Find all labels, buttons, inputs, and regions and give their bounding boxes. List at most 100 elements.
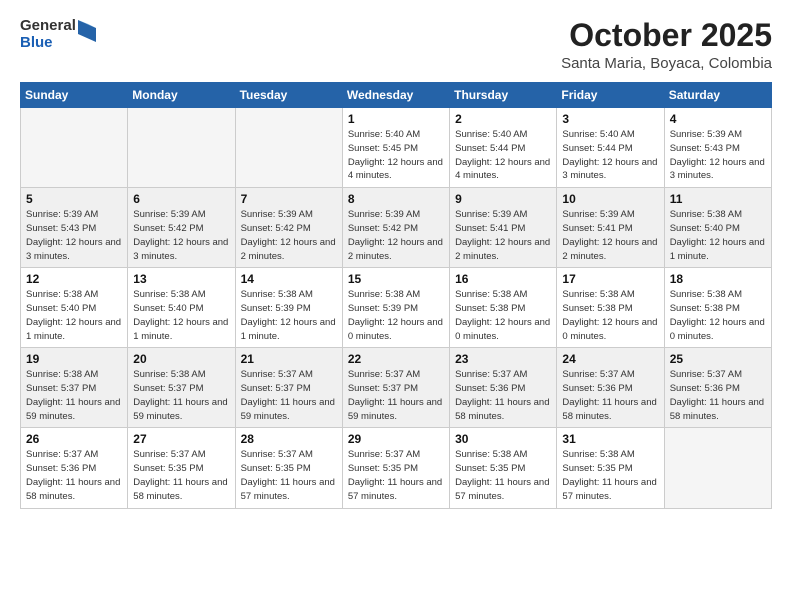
day-info: Sunrise: 5:37 AM Sunset: 5:35 PM Dayligh…: [241, 448, 337, 503]
calendar-header-sunday: Sunday: [21, 83, 128, 108]
day-number: 28: [241, 432, 337, 446]
day-info: Sunrise: 5:38 AM Sunset: 5:39 PM Dayligh…: [348, 288, 444, 343]
day-info: Sunrise: 5:39 AM Sunset: 5:42 PM Dayligh…: [348, 208, 444, 263]
day-info: Sunrise: 5:39 AM Sunset: 5:43 PM Dayligh…: [26, 208, 122, 263]
calendar-cell: 25 Sunrise: 5:37 AM Sunset: 5:36 PM Dayli…: [664, 348, 771, 428]
calendar-cell: 24 Sunrise: 5:37 AM Sunset: 5:36 PM Dayli…: [557, 348, 664, 428]
calendar-cell: 26Sunrise: 5:37 AM Sunset: 5:36 PM Dayli…: [21, 428, 128, 508]
calendar-header-friday: Friday: [557, 83, 664, 108]
calendar-cell: 19 Sunrise: 5:38 AM Sunset: 5:37 PM Dayli…: [21, 348, 128, 428]
day-info: Sunrise: 5:37 AM Sunset: 5:36 PM Dayligh…: [670, 368, 766, 423]
day-info: Sunrise: 5:40 AM Sunset: 5:44 PM Dayligh…: [562, 128, 658, 183]
calendar-table: SundayMondayTuesdayWednesdayThursdayFrid…: [20, 82, 772, 508]
day-info: Sunrise: 5:38 AM Sunset: 5:40 PM Dayligh…: [133, 288, 229, 343]
calendar-header-wednesday: Wednesday: [342, 83, 449, 108]
header: General Blue October 2025 Santa Maria, B…: [20, 18, 772, 72]
calendar-cell: 16Sunrise: 5:38 AM Sunset: 5:38 PM Dayli…: [450, 268, 557, 348]
day-number: 29: [348, 432, 444, 446]
day-info: Sunrise: 5:37 AM Sunset: 5:35 PM Dayligh…: [348, 448, 444, 503]
calendar-cell: 6 Sunrise: 5:39 AM Sunset: 5:42 PM Daylig…: [128, 188, 235, 268]
calendar-cell: 12 Sunrise: 5:38 AM Sunset: 5:40 PM Dayli…: [21, 268, 128, 348]
day-number: 27: [133, 432, 229, 446]
day-number: 11: [670, 192, 766, 206]
day-number: 23: [455, 352, 551, 366]
day-info: Sunrise: 5:39 AM Sunset: 5:42 PM Dayligh…: [133, 208, 229, 263]
calendar-cell: 2Sunrise: 5:40 AM Sunset: 5:44 PM Daylig…: [450, 108, 557, 188]
day-number: 20: [133, 352, 229, 366]
day-number: 10: [562, 192, 658, 206]
day-number: 2: [455, 112, 551, 126]
day-number: 21: [241, 352, 337, 366]
calendar-cell: 5 Sunrise: 5:39 AM Sunset: 5:43 PM Daylig…: [21, 188, 128, 268]
calendar-cell: 3 Sunrise: 5:40 AM Sunset: 5:44 PM Daylig…: [557, 108, 664, 188]
calendar-cell: 4Sunrise: 5:39 AM Sunset: 5:43 PM Daylig…: [664, 108, 771, 188]
calendar-week-row: 12 Sunrise: 5:38 AM Sunset: 5:40 PM Dayli…: [21, 268, 772, 348]
day-number: 19: [26, 352, 122, 366]
day-info: Sunrise: 5:38 AM Sunset: 5:37 PM Dayligh…: [133, 368, 229, 423]
day-number: 1: [348, 112, 444, 126]
day-number: 12: [26, 272, 122, 286]
day-number: 24: [562, 352, 658, 366]
day-number: 8: [348, 192, 444, 206]
page: General Blue October 2025 Santa Maria, B…: [0, 0, 792, 612]
calendar-cell: 15 Sunrise: 5:38 AM Sunset: 5:39 PM Dayli…: [342, 268, 449, 348]
day-number: 22: [348, 352, 444, 366]
day-number: 5: [26, 192, 122, 206]
day-number: 31: [562, 432, 658, 446]
month-title: October 2025: [561, 18, 772, 53]
calendar-cell: 22 Sunrise: 5:37 AM Sunset: 5:37 PM Dayli…: [342, 348, 449, 428]
calendar-cell: 7Sunrise: 5:39 AM Sunset: 5:42 PM Daylig…: [235, 188, 342, 268]
calendar-cell: 28 Sunrise: 5:37 AM Sunset: 5:35 PM Dayli…: [235, 428, 342, 508]
calendar-week-row: 26Sunrise: 5:37 AM Sunset: 5:36 PM Dayli…: [21, 428, 772, 508]
day-number: 30: [455, 432, 551, 446]
calendar-cell: [128, 108, 235, 188]
calendar-cell: 14 Sunrise: 5:38 AM Sunset: 5:39 PM Dayli…: [235, 268, 342, 348]
day-info: Sunrise: 5:37 AM Sunset: 5:37 PM Dayligh…: [348, 368, 444, 423]
day-number: 3: [562, 112, 658, 126]
day-number: 14: [241, 272, 337, 286]
day-number: 15: [348, 272, 444, 286]
calendar-cell: 21 Sunrise: 5:37 AM Sunset: 5:37 PM Dayli…: [235, 348, 342, 428]
calendar-cell: 8 Sunrise: 5:39 AM Sunset: 5:42 PM Daylig…: [342, 188, 449, 268]
day-info: Sunrise: 5:37 AM Sunset: 5:36 PM Dayligh…: [455, 368, 551, 423]
calendar-cell: 10Sunrise: 5:39 AM Sunset: 5:41 PM Dayli…: [557, 188, 664, 268]
calendar-header-monday: Monday: [128, 83, 235, 108]
day-number: 25: [670, 352, 766, 366]
day-info: Sunrise: 5:38 AM Sunset: 5:38 PM Dayligh…: [562, 288, 658, 343]
calendar-header-saturday: Saturday: [664, 83, 771, 108]
day-info: Sunrise: 5:39 AM Sunset: 5:43 PM Dayligh…: [670, 128, 766, 183]
calendar-cell: 31 Sunrise: 5:38 AM Sunset: 5:35 PM Dayli…: [557, 428, 664, 508]
day-info: Sunrise: 5:37 AM Sunset: 5:35 PM Dayligh…: [133, 448, 229, 503]
day-number: 7: [241, 192, 337, 206]
day-info: Sunrise: 5:38 AM Sunset: 5:35 PM Dayligh…: [562, 448, 658, 503]
day-info: Sunrise: 5:38 AM Sunset: 5:40 PM Dayligh…: [26, 288, 122, 343]
logo-text: General Blue: [20, 18, 76, 51]
day-number: 17: [562, 272, 658, 286]
calendar-cell: 29 Sunrise: 5:37 AM Sunset: 5:35 PM Dayli…: [342, 428, 449, 508]
day-info: Sunrise: 5:37 AM Sunset: 5:36 PM Dayligh…: [562, 368, 658, 423]
calendar-cell: 17 Sunrise: 5:38 AM Sunset: 5:38 PM Dayli…: [557, 268, 664, 348]
calendar-header-row: SundayMondayTuesdayWednesdayThursdayFrid…: [21, 83, 772, 108]
day-number: 9: [455, 192, 551, 206]
logo: General Blue: [20, 18, 96, 51]
day-info: Sunrise: 5:38 AM Sunset: 5:40 PM Dayligh…: [670, 208, 766, 263]
calendar-cell: 27 Sunrise: 5:37 AM Sunset: 5:35 PM Dayli…: [128, 428, 235, 508]
day-number: 6: [133, 192, 229, 206]
day-info: Sunrise: 5:38 AM Sunset: 5:38 PM Dayligh…: [455, 288, 551, 343]
day-info: Sunrise: 5:38 AM Sunset: 5:37 PM Dayligh…: [26, 368, 122, 423]
calendar-cell: 20 Sunrise: 5:38 AM Sunset: 5:37 PM Dayli…: [128, 348, 235, 428]
title-block: October 2025 Santa Maria, Boyaca, Colomb…: [561, 18, 772, 72]
calendar-cell: 23 Sunrise: 5:37 AM Sunset: 5:36 PM Dayli…: [450, 348, 557, 428]
day-info: Sunrise: 5:40 AM Sunset: 5:45 PM Dayligh…: [348, 128, 444, 183]
calendar-cell: 9Sunrise: 5:39 AM Sunset: 5:41 PM Daylig…: [450, 188, 557, 268]
logo-blue: Blue: [20, 35, 76, 52]
day-info: Sunrise: 5:38 AM Sunset: 5:35 PM Dayligh…: [455, 448, 551, 503]
day-info: Sunrise: 5:38 AM Sunset: 5:39 PM Dayligh…: [241, 288, 337, 343]
calendar-cell: [664, 428, 771, 508]
logo-icon: [78, 20, 96, 42]
day-number: 18: [670, 272, 766, 286]
day-info: Sunrise: 5:37 AM Sunset: 5:37 PM Dayligh…: [241, 368, 337, 423]
calendar-cell: 13Sunrise: 5:38 AM Sunset: 5:40 PM Dayli…: [128, 268, 235, 348]
logo-general: General: [20, 18, 76, 35]
calendar-cell: 1 Sunrise: 5:40 AM Sunset: 5:45 PM Daylig…: [342, 108, 449, 188]
